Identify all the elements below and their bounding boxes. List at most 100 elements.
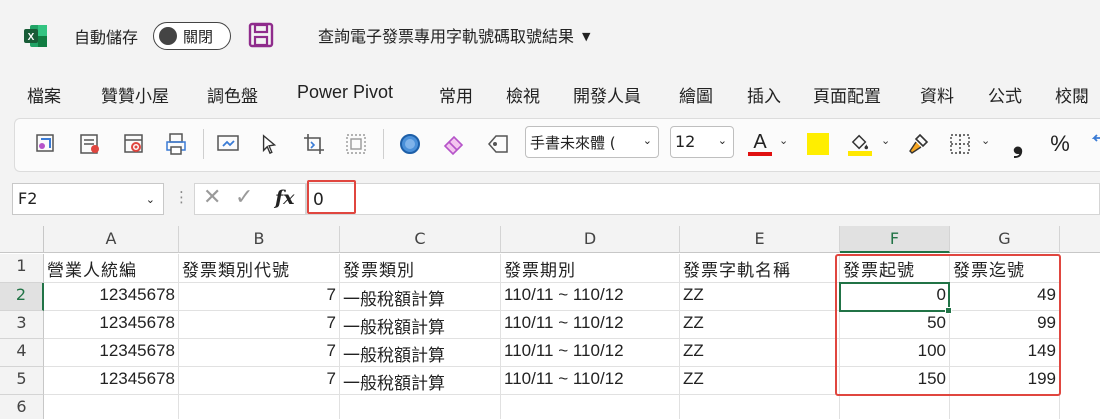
column-header[interactable]: B [179, 226, 340, 253]
present-icon[interactable] [213, 129, 243, 159]
borders-icon[interactable] [945, 129, 975, 159]
chevron-down-icon[interactable]: ⌄ [779, 134, 788, 147]
cell-c3[interactable]: 一般稅額計算 [340, 311, 501, 339]
cell-d3[interactable]: 110/11 ~ 110/12 [501, 311, 680, 339]
row-header[interactable]: 2 [0, 283, 44, 311]
name-box[interactable]: F2 ⌄ [12, 183, 164, 215]
form-icon[interactable] [75, 129, 105, 159]
cell-b1[interactable]: 發票類別代號 [179, 254, 340, 283]
row-header[interactable]: 5 [0, 367, 44, 395]
cell-e3[interactable]: ZZ [680, 311, 840, 339]
font-name-select[interactable]: 手書未來體 ( ⌄ [525, 126, 659, 158]
row-header[interactable]: 4 [0, 339, 44, 367]
document-title[interactable]: 查詢電子發票專用字軌號碼取號結果 ▼ [318, 23, 590, 47]
cell-b6[interactable] [179, 395, 340, 419]
tab-page-layout[interactable]: 頁面配置 [813, 82, 881, 107]
font-size-value: 12 [675, 132, 696, 151]
cell-b4[interactable]: 7 [179, 339, 340, 367]
column-header[interactable]: E [680, 226, 840, 253]
cancel-icon[interactable]: ✕ [203, 185, 221, 210]
tab-home[interactable]: 常用 [439, 82, 473, 107]
cell-d4[interactable]: 110/11 ~ 110/12 [501, 339, 680, 367]
insert-function-icon[interactable]: fx [275, 187, 295, 209]
column-header[interactable]: F [840, 226, 950, 253]
cell-g6[interactable] [950, 395, 1060, 419]
crop-icon[interactable] [299, 129, 329, 159]
cell-c6[interactable] [340, 395, 501, 419]
cell-b5[interactable]: 7 [179, 367, 340, 395]
column-header[interactable] [1060, 226, 1100, 253]
cell-c2[interactable]: 一般稅額計算 [340, 283, 501, 311]
cell-a1[interactable]: 營業人統編 [44, 254, 179, 283]
cell-e4[interactable]: ZZ [680, 339, 840, 367]
cell-c4[interactable]: 一般稅額計算 [340, 339, 501, 367]
cell-d2[interactable]: 110/11 ~ 110/12 [501, 283, 680, 311]
cell-a4[interactable]: 12345678 [44, 339, 179, 367]
font-color-button[interactable]: A [745, 129, 775, 159]
cell-b2[interactable]: 7 [179, 283, 340, 311]
tab-file[interactable]: 檔案 [27, 82, 61, 107]
excel-logo-icon: X [24, 25, 47, 47]
cell-a3[interactable]: 12345678 [44, 311, 179, 339]
ribbon-tabs: 檔案 贊贊小屋 調色盤 Power Pivot 常用 檢視 開發人員 繪圖 插入… [0, 78, 1100, 112]
cell-e1[interactable]: 發票字軌名稱 [680, 254, 840, 283]
cell-a6[interactable] [44, 395, 179, 419]
fill-yellow-button[interactable] [803, 129, 833, 159]
comma-style-icon[interactable]: ❟ [1003, 129, 1033, 159]
cell-a5[interactable]: 12345678 [44, 367, 179, 395]
column-header[interactable]: D [501, 226, 680, 253]
tab-insert[interactable]: 插入 [747, 82, 781, 107]
tab-zanzan[interactable]: 贊贊小屋 [101, 82, 169, 107]
row-header[interactable]: 1 [0, 254, 44, 283]
data-model-icon[interactable] [31, 129, 61, 159]
cell-d5[interactable]: 110/11 ~ 110/12 [501, 367, 680, 395]
tab-palette[interactable]: 調色盤 [207, 82, 258, 107]
select-all-corner[interactable] [0, 226, 44, 253]
cell-c5[interactable]: 一般稅額計算 [340, 367, 501, 395]
cell-e6[interactable] [680, 395, 840, 419]
group-objects-icon[interactable] [341, 129, 371, 159]
eraser-icon[interactable] [439, 129, 469, 159]
enter-icon[interactable]: ✓ [235, 185, 253, 210]
column-header[interactable]: G [950, 226, 1060, 253]
circle-shape-icon[interactable] [395, 129, 425, 159]
autosave-toggle[interactable]: 關閉 [153, 22, 231, 50]
cell-b3[interactable]: 7 [179, 311, 340, 339]
decimal-icon[interactable] [1085, 129, 1100, 159]
row-header[interactable]: 6 [0, 395, 44, 419]
column-header[interactable]: C [340, 226, 501, 253]
cell-c1[interactable]: 發票類別 [340, 254, 501, 283]
percent-style-icon[interactable]: % [1045, 129, 1075, 159]
formula-highlight-box [307, 180, 356, 214]
format-painter-icon[interactable] [903, 129, 933, 159]
chevron-down-icon[interactable]: ⌄ [981, 134, 990, 147]
title-bar: X 自動儲存 關閉 查詢電子發票專用字軌號碼取號結果 ▼ [0, 0, 1100, 70]
clear-format-icon[interactable] [483, 129, 513, 159]
fill-color-button[interactable] [845, 129, 875, 159]
cell-e2[interactable]: ZZ [680, 283, 840, 311]
save-icon[interactable] [248, 22, 274, 48]
cell-d1[interactable]: 發票期別 [501, 254, 680, 283]
tab-view[interactable]: 檢視 [506, 82, 540, 107]
formula-input[interactable]: 0 [306, 183, 1100, 215]
tab-review[interactable]: 校閱 [1055, 82, 1089, 107]
toolbar-separator [203, 129, 204, 159]
font-size-select[interactable]: 12 ⌄ [670, 126, 734, 158]
tab-data[interactable]: 資料 [920, 82, 954, 107]
cell-f6[interactable] [840, 395, 950, 419]
fill-color-swatch [848, 150, 872, 156]
row-header[interactable]: 3 [0, 311, 44, 339]
tab-developer[interactable]: 開發人員 [573, 82, 641, 107]
select-pointer-icon[interactable] [255, 129, 285, 159]
print-preview-icon[interactable] [161, 129, 191, 159]
record-macro-icon[interactable] [119, 129, 149, 159]
cell-d6[interactable] [501, 395, 680, 419]
column-header[interactable]: A [44, 226, 179, 253]
tab-formulas[interactable]: 公式 [988, 82, 1022, 107]
tab-draw[interactable]: 繪圖 [679, 82, 713, 107]
more-options-icon[interactable]: ⋮ [174, 188, 189, 206]
cell-a2[interactable]: 12345678 [44, 283, 179, 311]
tab-power-pivot[interactable]: Power Pivot [297, 82, 393, 103]
cell-e5[interactable]: ZZ [680, 367, 840, 395]
chevron-down-icon[interactable]: ⌄ [881, 134, 890, 147]
